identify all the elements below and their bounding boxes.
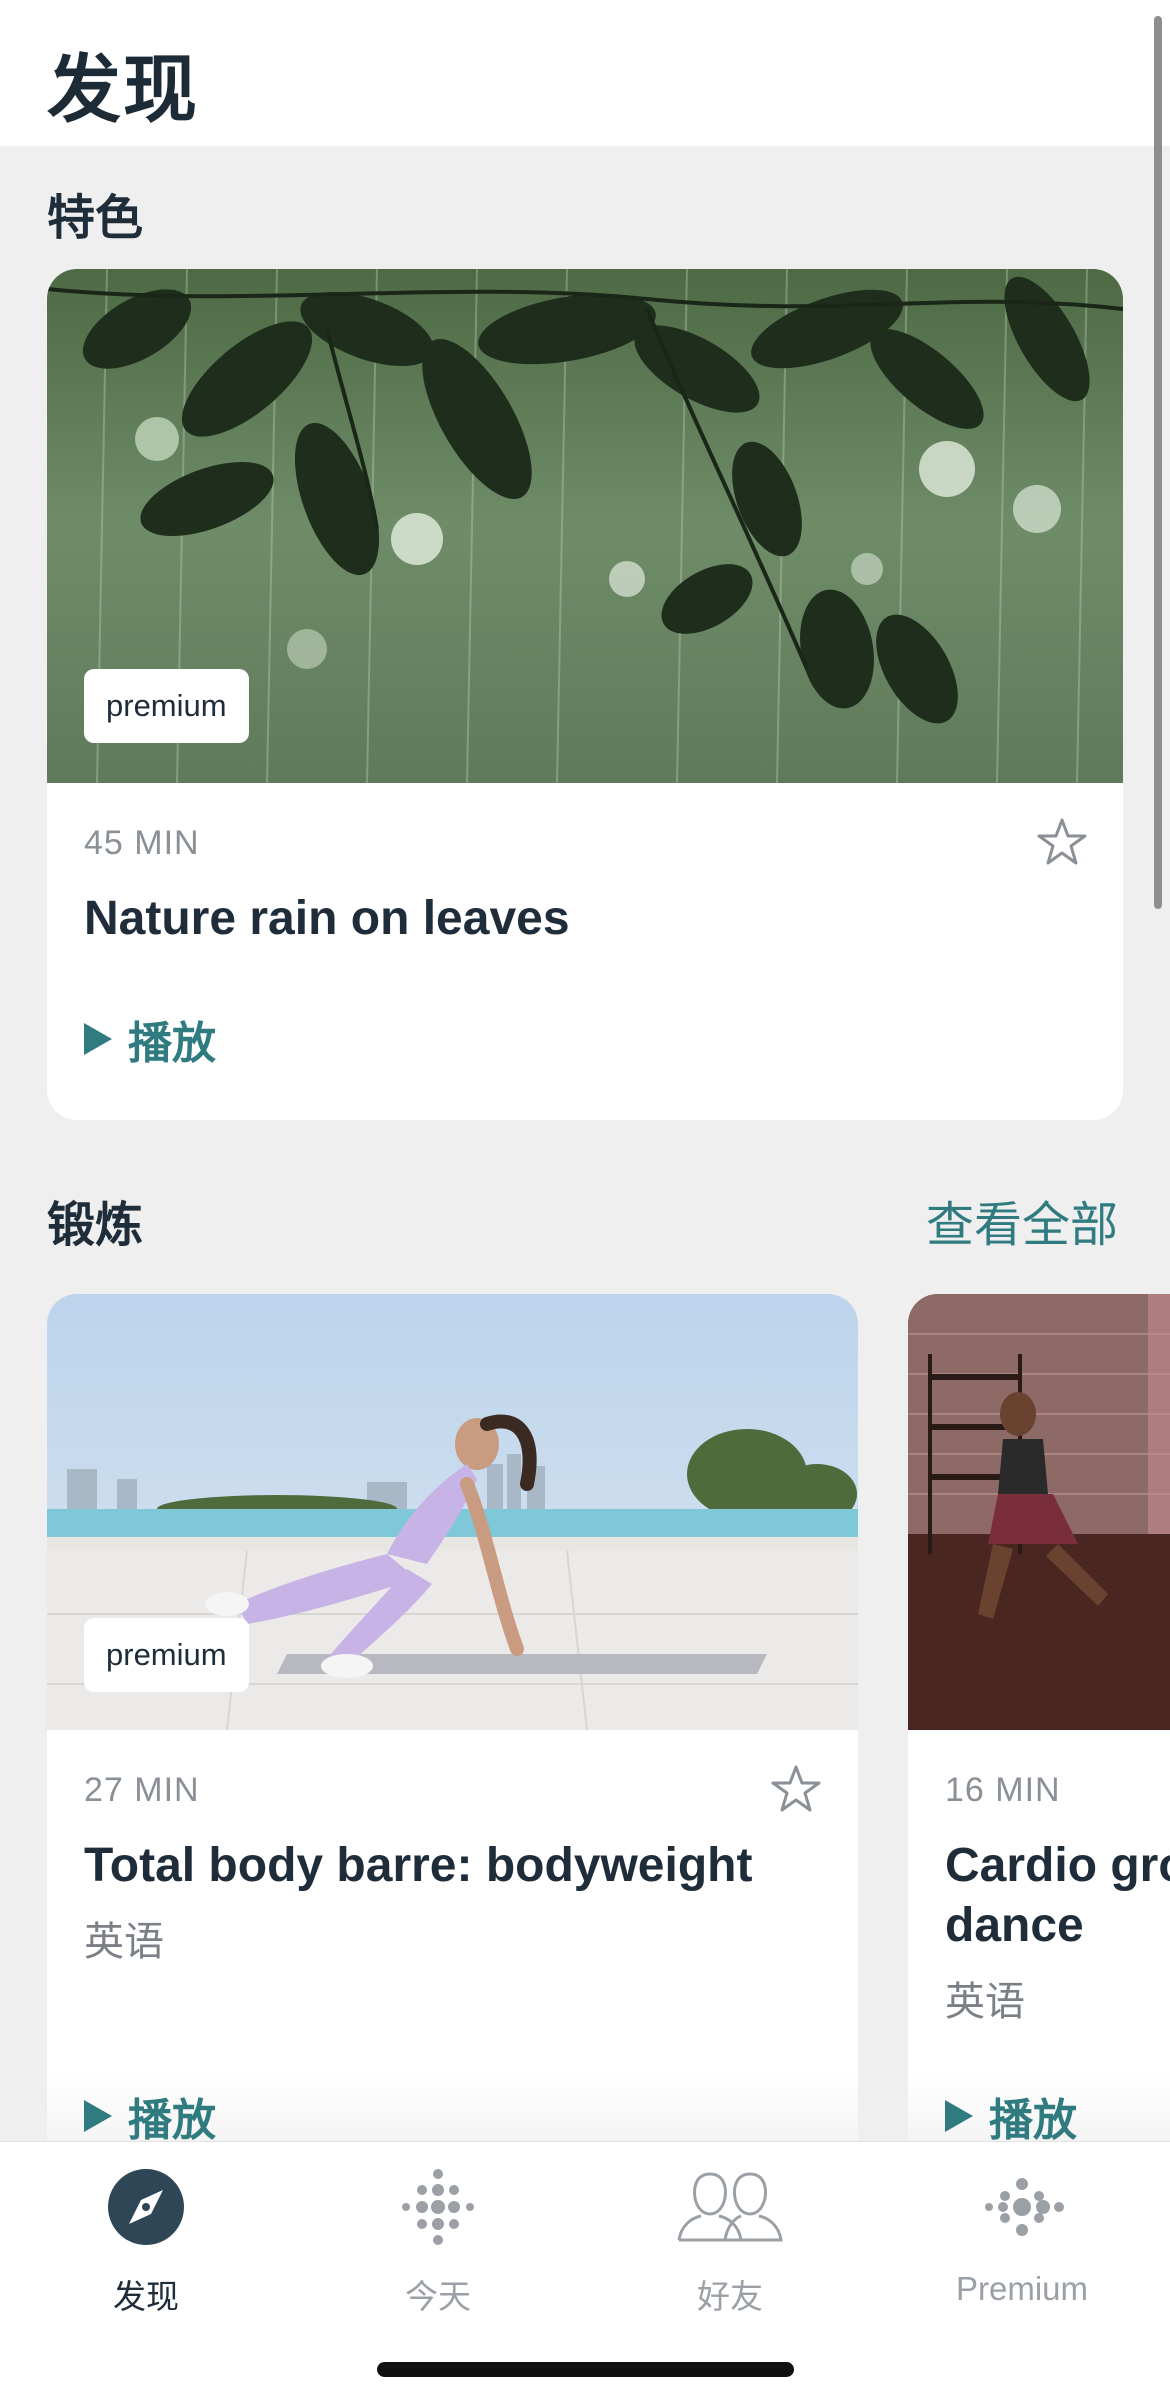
friends-icon bbox=[677, 2172, 783, 2242]
see-all-link[interactable]: 查看全部 bbox=[926, 1185, 1118, 1255]
play-button[interactable]: 播放 bbox=[84, 2084, 216, 2148]
favorite-star-icon[interactable] bbox=[770, 1764, 822, 1816]
page-title: 发现 bbox=[47, 48, 199, 131]
premium-badge: premium bbox=[84, 669, 249, 743]
tab-label: 发现 bbox=[113, 2278, 179, 2315]
card-title: Nature rain on leaves bbox=[84, 892, 570, 945]
language-label: 英语 bbox=[84, 1920, 164, 1964]
tab-premium[interactable]: Premium bbox=[876, 2142, 1168, 2342]
workouts-section-title: 锻炼 bbox=[47, 1199, 144, 1252]
card-title-line-1: Cardio gro bbox=[945, 1839, 1170, 1892]
play-icon bbox=[84, 2100, 112, 2132]
tab-today[interactable]: 今天 bbox=[292, 2142, 584, 2342]
tab-discover[interactable]: 发现 bbox=[0, 2142, 292, 2342]
tab-label: Premium bbox=[955, 2270, 1089, 2307]
premium-dots-icon bbox=[985, 2178, 1064, 2236]
tab-friends[interactable]: 好友 bbox=[584, 2142, 876, 2342]
play-label: 播放 bbox=[128, 1019, 216, 1068]
tab-label: 今天 bbox=[405, 2278, 471, 2315]
scrollbar[interactable] bbox=[1154, 16, 1162, 909]
card-title-line-2: dance bbox=[945, 1899, 1084, 1952]
featured-section-title: 特色 bbox=[47, 192, 144, 245]
language-label: 英语 bbox=[945, 1980, 1025, 2024]
tab-label: 好友 bbox=[697, 2278, 763, 2315]
workout-card[interactable]: 16 MIN Cardio gro dance 英语 播放 bbox=[908, 1294, 1170, 2194]
top-bar: 发现 bbox=[0, 0, 1170, 146]
fitbit-dots-icon bbox=[402, 2169, 474, 2245]
workout-card[interactable]: premium 27 MIN Total body barre: bodywei… bbox=[47, 1294, 858, 2194]
card-title: Total body barre: bodyweight bbox=[84, 1839, 753, 1892]
duration-label: 27 MIN bbox=[84, 1771, 200, 1809]
play-button[interactable]: 播放 bbox=[945, 2084, 1077, 2148]
cardio-dance-image bbox=[908, 1294, 1170, 1730]
play-icon bbox=[84, 1023, 112, 1055]
favorite-star-icon[interactable] bbox=[1036, 817, 1088, 869]
premium-badge: premium bbox=[84, 1618, 249, 1692]
compass-icon bbox=[108, 2169, 184, 2245]
play-label: 播放 bbox=[989, 2096, 1077, 2145]
duration-label: 16 MIN bbox=[945, 1771, 1061, 1809]
home-indicator bbox=[377, 2362, 794, 2377]
tab-bar: 发现 今天 好友 Premium bbox=[0, 2141, 1170, 2402]
featured-card[interactable]: premium 45 MIN Nature rain on leaves 播放 bbox=[47, 269, 1123, 1120]
play-icon bbox=[945, 2100, 973, 2132]
play-button[interactable]: 播放 bbox=[84, 1007, 216, 1071]
duration-label: 45 MIN bbox=[84, 824, 200, 862]
play-label: 播放 bbox=[128, 2096, 216, 2145]
